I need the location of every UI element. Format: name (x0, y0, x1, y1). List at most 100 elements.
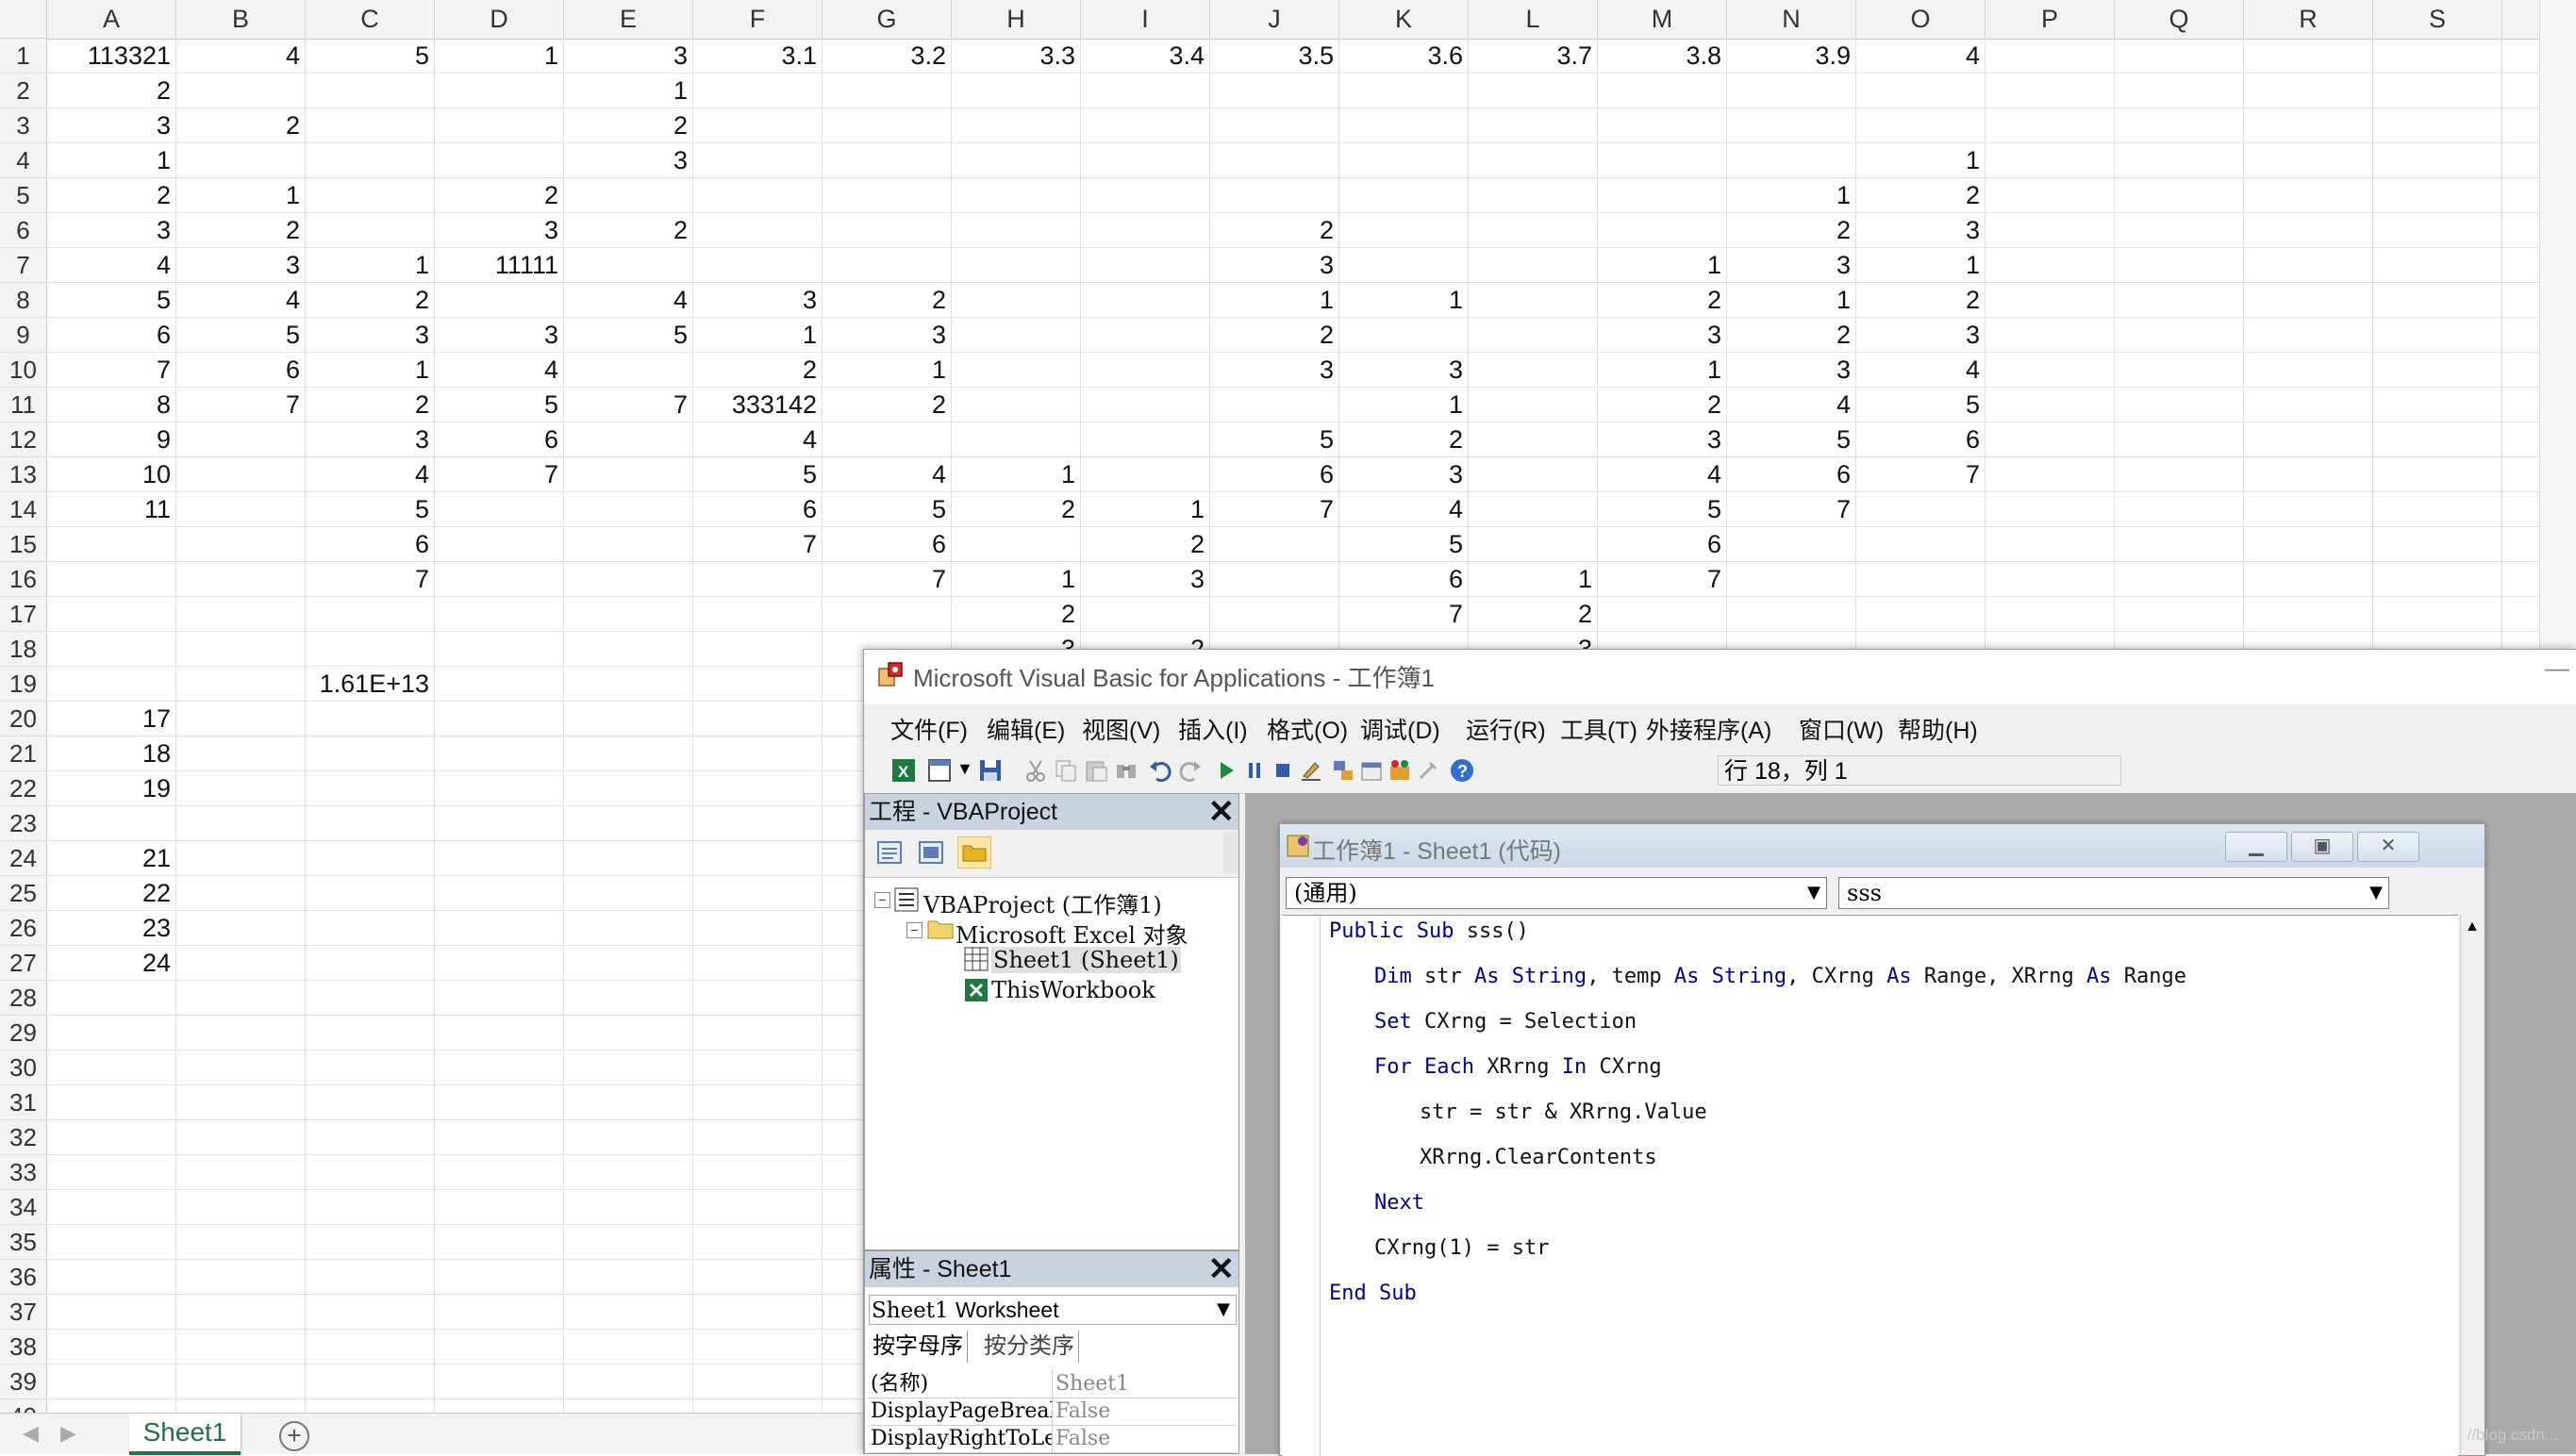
cell-m10[interactable]: 1 (1598, 353, 1727, 388)
cell-e3[interactable]: 2 (564, 108, 693, 143)
code-line[interactable]: str = str & XRrng.Value (1420, 1100, 1707, 1124)
row-header-3[interactable]: 3 (0, 108, 47, 143)
row-header-27[interactable]: 27 (0, 946, 47, 981)
cell-c11[interactable]: 2 (306, 388, 435, 422)
code-close-button[interactable]: ✕ (2357, 832, 2419, 862)
scroll-up-icon[interactable]: ▲ (2465, 918, 2480, 935)
code-line[interactable]: Dim str As String, temp As String, CXrng… (1374, 965, 2186, 988)
cell-c13[interactable]: 4 (306, 457, 435, 492)
column-header-o[interactable]: O (1856, 0, 1986, 39)
cell-j10[interactable]: 3 (1210, 353, 1339, 388)
row-header-6[interactable]: 6 (0, 213, 47, 248)
cell-g16[interactable]: 7 (823, 562, 952, 597)
cell-a10[interactable]: 7 (47, 353, 176, 388)
project-pane-scrollbar[interactable] (1223, 832, 1238, 873)
cell-d9[interactable]: 3 (435, 318, 564, 353)
cell-h13[interactable]: 1 (952, 457, 1081, 492)
cell-a9[interactable]: 6 (47, 318, 176, 353)
tab-categorized[interactable]: 按分类序 (980, 1331, 1079, 1363)
cell-c19[interactable]: 1.61E+13 (306, 667, 435, 702)
cell-f11[interactable]: 333142 (693, 388, 823, 422)
cell-a3[interactable]: 3 (47, 108, 176, 143)
paste-icon[interactable] (1083, 757, 1109, 784)
insert-userform-icon[interactable] (926, 757, 953, 784)
cell-f13[interactable]: 5 (693, 457, 823, 492)
cell-o11[interactable]: 5 (1856, 388, 1986, 422)
find-icon[interactable] (1113, 757, 1139, 784)
row-header-1[interactable]: 1 (0, 39, 47, 74)
cell-g10[interactable]: 1 (823, 353, 952, 388)
row-header-21[interactable]: 21 (0, 736, 47, 771)
cell-j6[interactable]: 2 (1210, 213, 1339, 248)
column-header-d[interactable]: D (435, 0, 564, 39)
cell-f9[interactable]: 1 (693, 318, 823, 353)
close-project-pane-icon[interactable]: ✕ (1208, 796, 1236, 828)
cell-g11[interactable]: 2 (823, 388, 952, 422)
row-header-37[interactable]: 37 (0, 1295, 47, 1330)
cell-n11[interactable]: 4 (1727, 388, 1856, 422)
row-header-22[interactable]: 22 (0, 771, 47, 806)
cell-k10[interactable]: 3 (1339, 353, 1469, 388)
row-header-31[interactable]: 31 (0, 1085, 47, 1120)
procedure-combo[interactable]: sss ▼ (1838, 877, 2389, 909)
cell-n6[interactable]: 2 (1727, 213, 1856, 248)
column-header-j[interactable]: J (1210, 0, 1339, 39)
cell-j9[interactable]: 2 (1210, 318, 1339, 353)
add-sheet-icon[interactable]: + (279, 1421, 309, 1451)
cell-e8[interactable]: 4 (564, 283, 693, 318)
help-icon[interactable]: ? (1449, 757, 1475, 784)
cell-m16[interactable]: 7 (1598, 562, 1727, 597)
cell-o5[interactable]: 2 (1856, 178, 1986, 213)
code-line[interactable]: End Sub (1329, 1282, 1417, 1305)
row-header-4[interactable]: 4 (0, 143, 47, 178)
row-header-18[interactable]: 18 (0, 632, 47, 667)
undo-icon[interactable] (1147, 757, 1173, 784)
column-header-h[interactable]: H (952, 0, 1081, 39)
menu-item-7[interactable]: 运行(R) (1466, 712, 1546, 746)
tab-sheet1[interactable]: Sheet1 (129, 1414, 241, 1455)
column-header-f[interactable]: F (693, 0, 823, 39)
row-header-14[interactable]: 14 (0, 492, 47, 527)
cell-d1[interactable]: 1 (435, 39, 564, 74)
insert-dropdown-icon[interactable]: ▼ (956, 759, 973, 779)
cell-g13[interactable]: 4 (823, 457, 952, 492)
row-header-5[interactable]: 5 (0, 178, 47, 213)
row-header-39[interactable]: 39 (0, 1365, 47, 1399)
column-header-k[interactable]: K (1339, 0, 1469, 39)
cell-n12[interactable]: 5 (1727, 422, 1856, 457)
column-header-m[interactable]: M (1598, 0, 1727, 39)
cell-c16[interactable]: 7 (306, 562, 435, 597)
row-header-8[interactable]: 8 (0, 283, 47, 318)
cell-c10[interactable]: 1 (306, 353, 435, 388)
row-header-23[interactable]: 23 (0, 806, 47, 841)
cell-a27[interactable]: 24 (47, 946, 176, 981)
cell-d6[interactable]: 3 (435, 213, 564, 248)
cell-i1[interactable]: 3.4 (1081, 39, 1210, 74)
row-header-11[interactable]: 11 (0, 388, 47, 422)
row-header-35[interactable]: 35 (0, 1225, 47, 1260)
row-header-33[interactable]: 33 (0, 1155, 47, 1190)
menu-item-3[interactable]: 视图(V) (1082, 712, 1160, 746)
menu-item-8[interactable]: 工具(T) (1560, 712, 1637, 746)
column-header-n[interactable]: N (1727, 0, 1856, 39)
cell-o9[interactable]: 3 (1856, 318, 1986, 353)
cell-k8[interactable]: 1 (1339, 283, 1469, 318)
row-header-19[interactable]: 19 (0, 667, 47, 702)
cell-a2[interactable]: 2 (47, 74, 176, 108)
cell-k15[interactable]: 5 (1339, 527, 1469, 562)
cell-a4[interactable]: 1 (47, 143, 176, 178)
column-header-b[interactable]: B (176, 0, 306, 39)
row-header-26[interactable]: 26 (0, 911, 47, 946)
cell-g9[interactable]: 3 (823, 318, 952, 353)
cell-n10[interactable]: 3 (1727, 353, 1856, 388)
cell-o10[interactable]: 4 (1856, 353, 1986, 388)
cell-k1[interactable]: 3.6 (1339, 39, 1469, 74)
properties-object-select[interactable]: Sheet1 Worksheet ▼ (869, 1295, 1237, 1325)
cell-m15[interactable]: 6 (1598, 527, 1727, 562)
row-header-36[interactable]: 36 (0, 1260, 47, 1295)
cell-l16[interactable]: 1 (1469, 562, 1598, 597)
cell-a14[interactable]: 11 (47, 492, 176, 527)
code-line[interactable]: Next (1374, 1191, 1424, 1215)
cell-b1[interactable]: 4 (176, 39, 306, 74)
cell-n13[interactable]: 6 (1727, 457, 1856, 492)
